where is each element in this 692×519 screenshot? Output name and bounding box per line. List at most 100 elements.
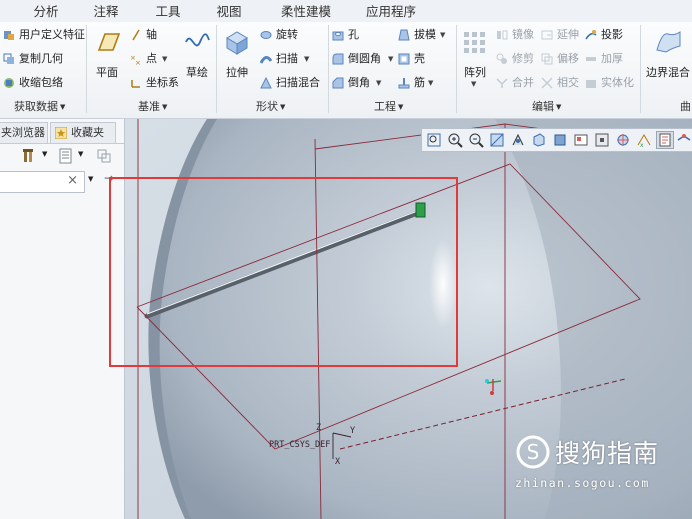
draft-button[interactable]: 拔模 ▼	[398, 26, 452, 44]
chevron-down-icon: ▼	[162, 103, 168, 111]
group-separator	[456, 25, 457, 113]
model-tree-panel: 夹浏览器 收藏夹 ▼ ▼ × ▼ →	[0, 119, 125, 519]
panel-toolbar: ▼ ▼	[0, 145, 124, 167]
chevron-down-icon: ▼	[60, 103, 66, 111]
merge-label: 合并	[512, 76, 534, 89]
datum-display-icon[interactable]: x	[636, 132, 652, 148]
axis-label: 轴	[146, 28, 157, 41]
copy-geometry-button[interactable]: 复制几何	[3, 50, 83, 68]
reorient-icon[interactable]	[510, 132, 526, 148]
pattern-icon	[464, 32, 485, 53]
csys-x-label: X	[335, 457, 341, 467]
chevron-down-icon: ▼	[398, 103, 404, 111]
chevron-down-icon: ▼	[388, 55, 394, 63]
draft-icon	[398, 29, 410, 41]
solidify-icon	[586, 80, 596, 88]
csys-button[interactable]: 坐标系	[130, 74, 186, 92]
thicken-button[interactable]: 加厚	[585, 50, 629, 68]
csys-z-label: Z	[316, 423, 322, 433]
panel-path-input[interactable]: ×	[0, 171, 85, 193]
settings-tools-icon[interactable]	[22, 148, 38, 164]
axis-button[interactable]: 轴	[130, 26, 172, 44]
hole-label: 孔	[348, 28, 359, 41]
clear-icon[interactable]: ×	[67, 173, 78, 188]
spin-center-icon[interactable]	[615, 132, 631, 148]
revolve-button[interactable]: 旋转	[260, 26, 310, 44]
extrude-icon	[226, 31, 248, 55]
rib-button[interactable]: 筋 ▼	[398, 74, 444, 92]
tab-folder-browser[interactable]: 夹浏览器	[0, 122, 48, 143]
udf-button[interactable]: 用户定义特征	[3, 26, 85, 44]
zoom-in-icon[interactable]	[447, 132, 463, 148]
chevron-down-icon[interactable]: ▼	[88, 175, 93, 183]
pattern-button[interactable]: 阵列 ▼	[459, 26, 491, 92]
group-separator	[328, 25, 329, 113]
round-button[interactable]: 倒圆角 ▼	[332, 50, 394, 68]
saved-orientations-icon[interactable]	[531, 132, 547, 148]
group-get-data-label[interactable]: 获取数据 ▼	[14, 100, 65, 114]
annotation-display-icon[interactable]	[656, 131, 674, 149]
swept-blend-button[interactable]: 扫描混合	[260, 74, 322, 92]
tab-annotate[interactable]: 注释	[90, 3, 122, 21]
intersect-icon	[541, 77, 553, 89]
group-engineering-label[interactable]: 工程 ▼	[374, 100, 403, 114]
sketch-button[interactable]: 草绘	[180, 26, 214, 82]
mirror-button[interactable]: 镜像	[496, 26, 540, 44]
tree-filter-icon[interactable]	[58, 148, 74, 164]
trim-label: 修剪	[512, 52, 534, 65]
tab-flexible-modeling[interactable]: 柔性建模	[276, 3, 336, 21]
udf-icon	[4, 31, 14, 40]
plane-button[interactable]: 平面	[90, 26, 124, 82]
find-icon[interactable]	[96, 148, 112, 164]
swept-blend-label: 扫描混合	[276, 76, 320, 89]
point-button[interactable]: × × 点 ▼	[130, 50, 180, 68]
group-datum-label[interactable]: 基准 ▼	[138, 100, 167, 114]
chamfer-button[interactable]: 倒角 ▼	[332, 74, 394, 92]
extrude-button[interactable]: 拉伸	[220, 26, 254, 82]
offset-button[interactable]: 偏移	[541, 50, 583, 68]
view-manager-icon[interactable]	[573, 132, 589, 148]
hole-icon	[332, 31, 344, 41]
extend-button[interactable]: 延伸	[541, 26, 583, 44]
round-icon	[332, 53, 344, 65]
shrinkwrap-label: 收缩包络	[19, 76, 63, 89]
project-button[interactable]: 投影	[585, 26, 629, 44]
shrinkwrap-button[interactable]: 收缩包络	[3, 74, 83, 92]
merge-button[interactable]: 合并	[496, 74, 540, 92]
offset-icon	[541, 53, 553, 65]
star-icon	[55, 127, 67, 139]
tab-analysis[interactable]: 分析	[30, 3, 62, 21]
extend-icon	[541, 30, 553, 40]
datum-point-icon: ××	[130, 54, 141, 65]
zoom-out-icon[interactable]	[468, 132, 484, 148]
trim-icon	[496, 53, 507, 64]
refit-icon[interactable]	[426, 132, 442, 148]
axis-display-icon[interactable]	[676, 132, 692, 148]
chevron-down-icon[interactable]: ▼	[78, 150, 83, 158]
group-editing-text: 编辑	[532, 100, 554, 113]
tab-tools[interactable]: 工具	[152, 3, 184, 21]
highlight-box	[109, 177, 458, 367]
chevron-down-icon[interactable]: ▼	[42, 150, 47, 158]
tab-favorites[interactable]: 收藏夹	[50, 122, 116, 143]
group-surfaces-label[interactable]: 曲	[680, 100, 691, 114]
group-shape-label[interactable]: 形状 ▼	[256, 100, 285, 114]
tab-view[interactable]: 视图	[213, 3, 245, 21]
sweep-button[interactable]: 扫描 ▼	[260, 50, 316, 68]
perspective-icon[interactable]	[594, 132, 610, 148]
trim-button[interactable]: 修剪	[496, 50, 540, 68]
shell-button[interactable]: 壳	[398, 50, 438, 68]
swept-blend-icon	[260, 77, 272, 89]
hole-button[interactable]: 孔	[332, 26, 372, 44]
display-style-icon[interactable]	[552, 132, 568, 148]
shell-icon	[398, 53, 410, 65]
solidify-button[interactable]: 实体化	[585, 74, 637, 92]
repaint-icon[interactable]	[489, 132, 505, 148]
chevron-down-icon: ▼	[376, 79, 382, 87]
intersect-button[interactable]: 相交	[541, 74, 583, 92]
group-editing-label[interactable]: 编辑 ▼	[532, 100, 561, 114]
boundary-blend-button[interactable]: 边界混合	[644, 26, 692, 82]
offset-label: 偏移	[557, 52, 579, 65]
copy-geometry-label: 复制几何	[19, 52, 63, 65]
tab-applications[interactable]: 应用程序	[363, 3, 419, 21]
